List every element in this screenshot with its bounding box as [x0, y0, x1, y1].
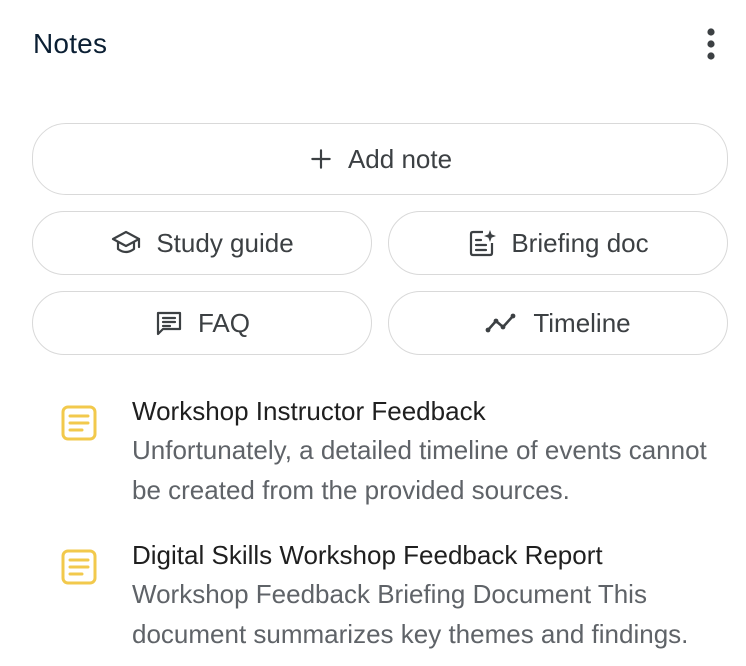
- trend-line-icon: [485, 310, 519, 336]
- faq-button[interactable]: FAQ: [32, 291, 372, 355]
- note-icon: [61, 549, 97, 585]
- panel-title: Notes: [33, 28, 108, 59]
- study-guide-label: Study guide: [156, 227, 294, 258]
- graduation-cap-icon: [110, 228, 142, 258]
- note-list-item[interactable]: Digital Skills Workshop Feedback Report …: [58, 536, 716, 654]
- document-sparkle-icon: [467, 228, 497, 258]
- notes-header: Notes: [33, 22, 726, 66]
- study-guide-button[interactable]: Study guide: [32, 211, 372, 275]
- note-icon: [61, 405, 97, 441]
- add-note-button[interactable]: Add note: [32, 123, 728, 195]
- timeline-button[interactable]: Timeline: [388, 291, 728, 355]
- faq-label: FAQ: [197, 307, 250, 338]
- note-content: Digital Skills Workshop Feedback Report …: [132, 536, 716, 654]
- note-preview: Unfortunately, a detailed timeline of ev…: [132, 435, 707, 505]
- note-preview: Workshop Feedback Briefing Document This…: [132, 579, 689, 649]
- more-options-button[interactable]: [696, 22, 726, 66]
- note-list-item[interactable]: Workshop Instructor Feedback Unfortunate…: [58, 392, 716, 510]
- briefing-doc-button[interactable]: Briefing doc: [388, 211, 728, 275]
- chat-lines-icon: [154, 308, 184, 338]
- timeline-label: Timeline: [533, 307, 631, 338]
- note-content: Workshop Instructor Feedback Unfortunate…: [132, 392, 716, 510]
- more-vert-icon: [707, 28, 715, 60]
- add-note-label: Add note: [347, 143, 453, 174]
- plus-icon: [308, 146, 334, 172]
- briefing-doc-label: Briefing doc: [511, 227, 649, 258]
- note-title: Workshop Instructor Feedback: [132, 396, 486, 426]
- note-title: Digital Skills Workshop Feedback Report: [132, 540, 603, 570]
